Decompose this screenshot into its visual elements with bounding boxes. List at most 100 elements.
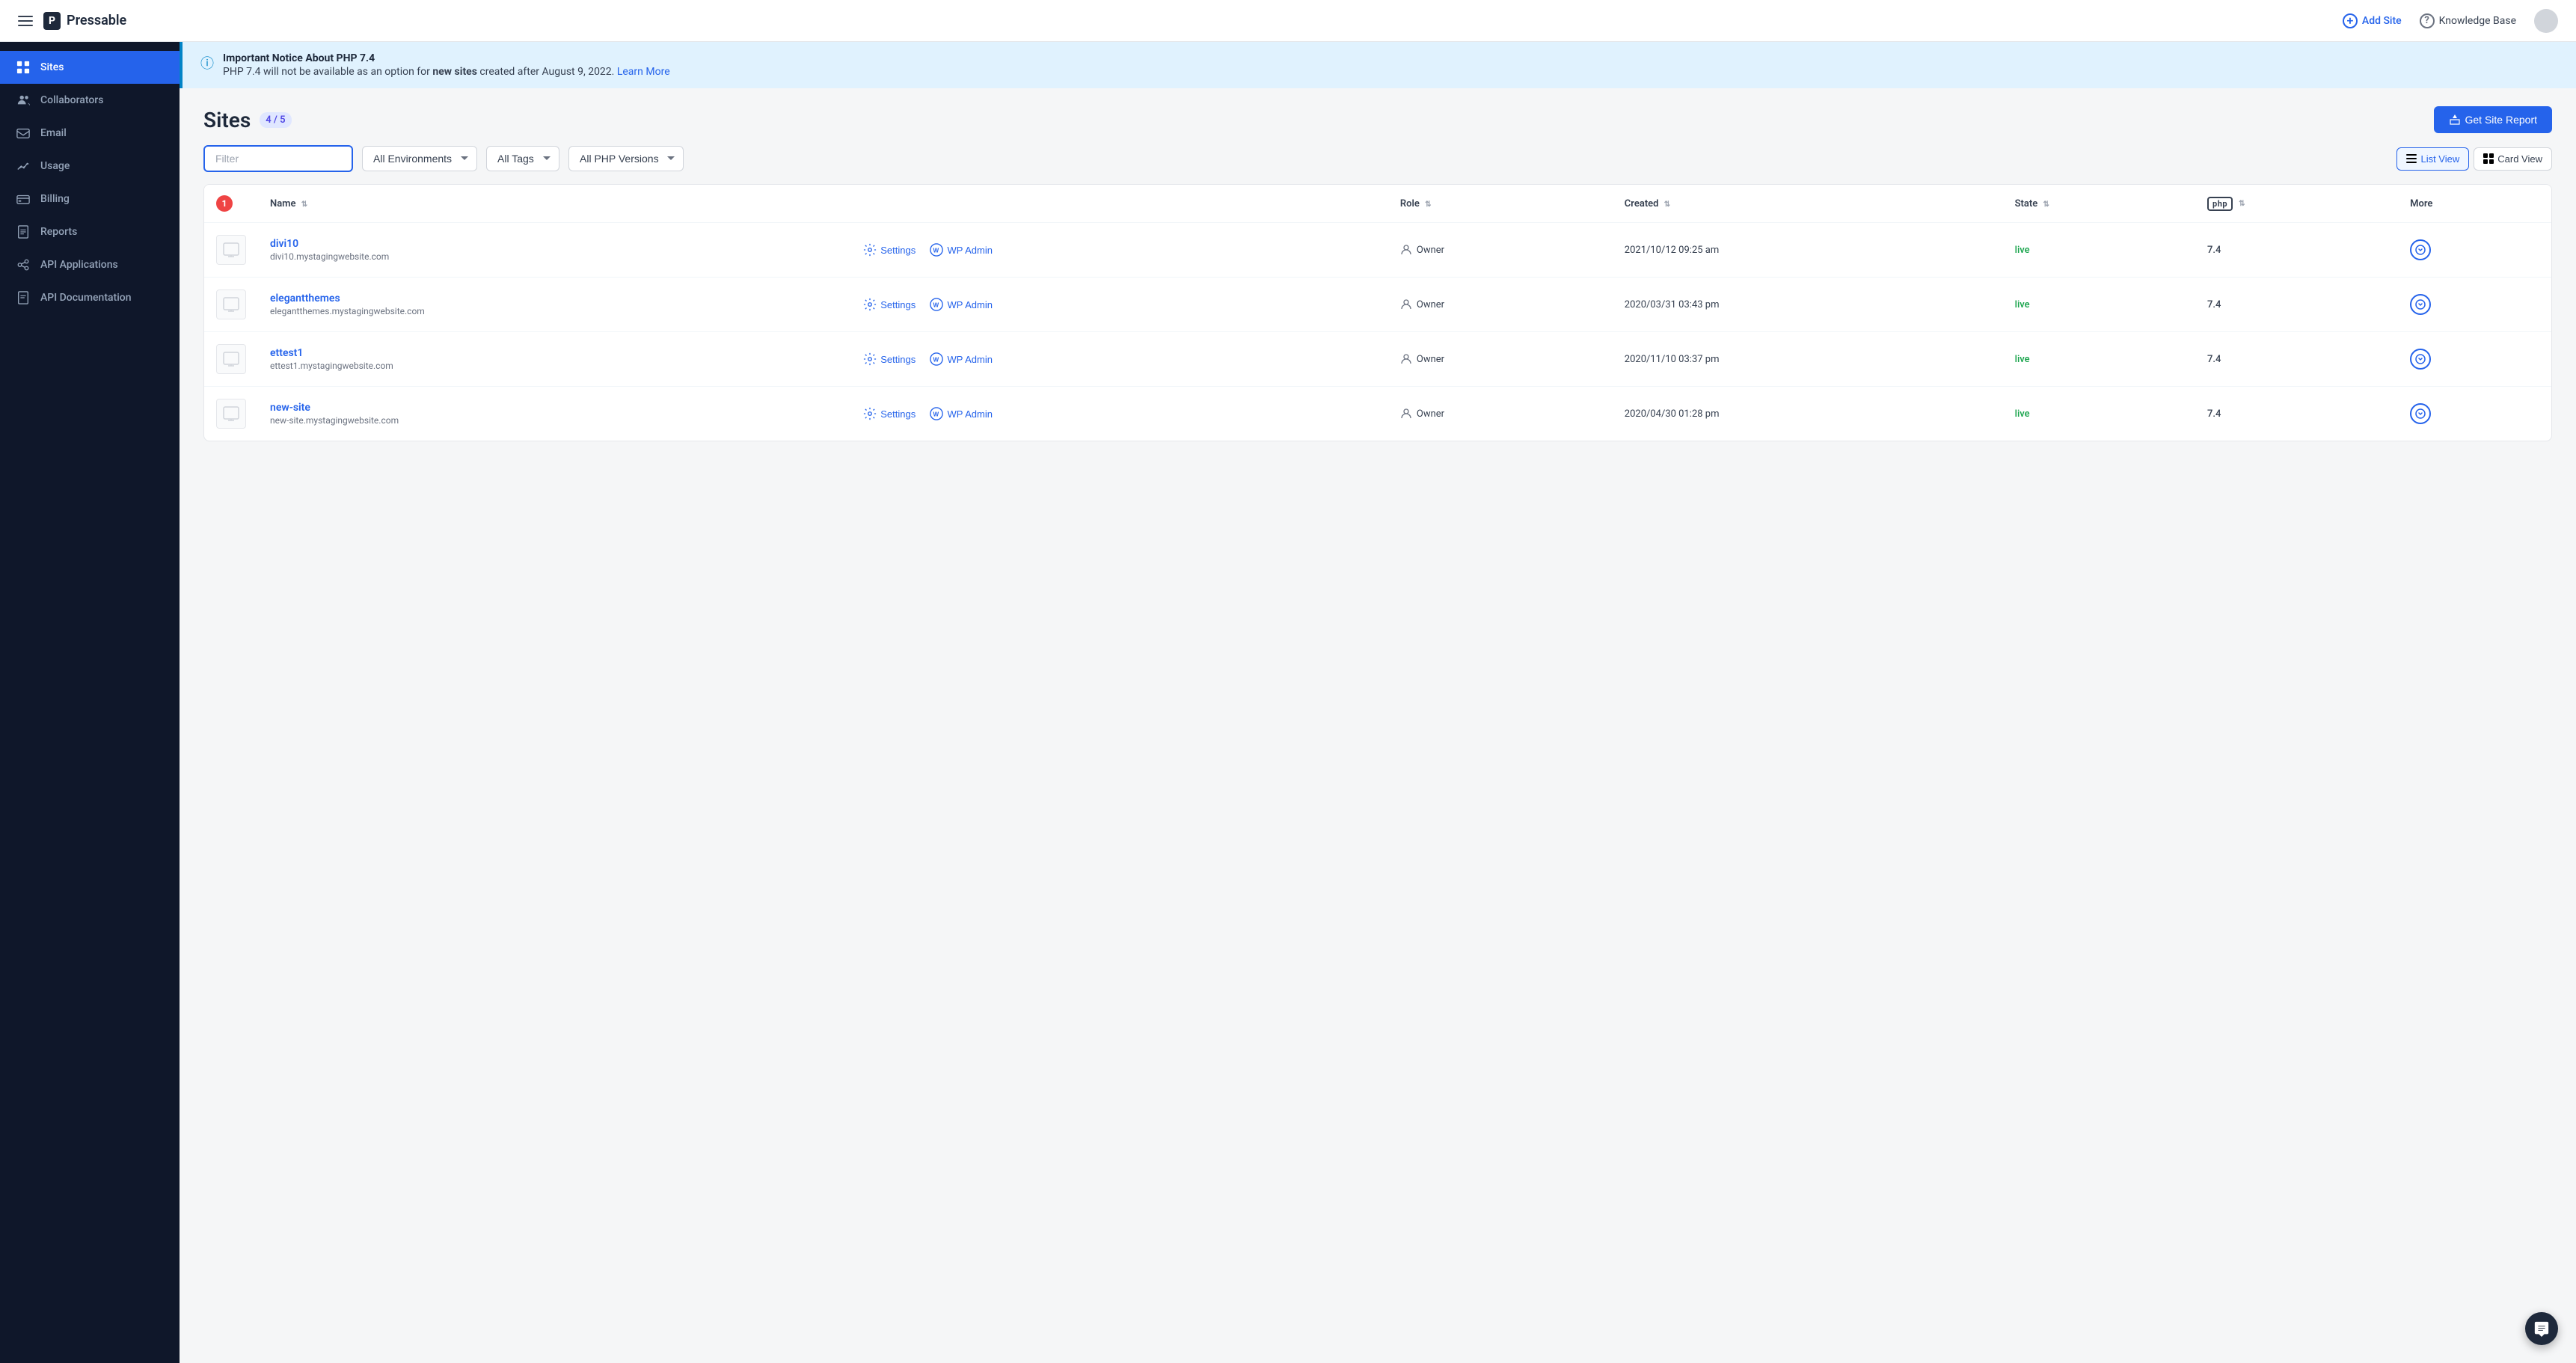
site-name-link[interactable]: divi10 xyxy=(270,238,833,250)
th-name[interactable]: Name ⇅ xyxy=(258,185,845,222)
sites-header: Sites 4 / 5 Get Site Report xyxy=(180,88,2576,145)
notice-icon: ⓘ xyxy=(200,53,214,73)
role-sort-icon: ⇅ xyxy=(1425,200,1431,209)
api-icon xyxy=(15,257,31,273)
role-value: Owner xyxy=(1417,354,1444,365)
created-sort-icon: ⇅ xyxy=(1664,200,1670,209)
site-name-link[interactable]: new-site xyxy=(270,402,833,414)
reports-icon xyxy=(15,224,31,240)
notice-learn-more-link[interactable]: Learn More xyxy=(617,66,670,78)
wp-icon: W xyxy=(930,352,943,366)
th-role[interactable]: Role ⇅ xyxy=(1388,185,1613,222)
more-button[interactable] xyxy=(2410,349,2431,370)
site-thumbnail xyxy=(216,235,246,265)
list-view-icon xyxy=(2406,153,2417,164)
card-view-button[interactable]: Card View xyxy=(2474,147,2552,171)
site-thumbnail xyxy=(216,290,246,319)
table-row: ettest1 ettest1.mystagingwebsite.com Set… xyxy=(204,331,2551,386)
knowledge-base-icon: ? xyxy=(2420,13,2435,28)
state-value: live xyxy=(2015,245,2030,256)
site-thumbnail xyxy=(216,399,246,429)
sidebar-item-sites[interactable]: Sites xyxy=(0,51,180,84)
site-name-link[interactable]: elegantthemes xyxy=(270,292,833,304)
table-row: new-site new-site.mystagingwebsite.com S… xyxy=(204,386,2551,441)
settings-label: Settings xyxy=(880,245,916,256)
more-button[interactable] xyxy=(2410,239,2431,260)
settings-label: Settings xyxy=(880,354,916,365)
filter-input[interactable] xyxy=(203,145,353,172)
settings-button[interactable]: Settings xyxy=(857,295,921,314)
sidebar-item-api-applications[interactable]: API Applications xyxy=(0,248,180,281)
row-name-cell: divi10 divi10.mystagingwebsite.com xyxy=(258,222,845,277)
table-row: divi10 divi10.mystagingwebsite.com Setti… xyxy=(204,222,2551,277)
row-created-cell: 2021/10/12 09:25 am xyxy=(1613,222,2003,277)
sidebar-item-api-applications-label: API Applications xyxy=(40,259,118,271)
created-value: 2021/10/12 09:25 am xyxy=(1625,245,1719,256)
owner-icon xyxy=(1400,353,1412,365)
settings-label: Settings xyxy=(880,299,916,310)
chat-icon xyxy=(2533,1320,2550,1337)
get-site-report-button[interactable]: Get Site Report xyxy=(2434,106,2553,133)
settings-button[interactable]: Settings xyxy=(857,404,921,423)
sidebar-item-email-label: Email xyxy=(40,127,67,139)
site-name-link[interactable]: ettest1 xyxy=(270,347,833,359)
row-state-cell: live xyxy=(2003,277,2195,331)
chat-widget-button[interactable] xyxy=(2525,1312,2558,1345)
list-view-button[interactable]: List View xyxy=(2396,147,2469,171)
row-state-cell: live xyxy=(2003,331,2195,386)
row-actions-cell: Settings W WP Admin xyxy=(845,386,1388,441)
owner-icon xyxy=(1400,408,1412,420)
th-created[interactable]: Created ⇅ xyxy=(1613,185,2003,222)
wp-admin-button[interactable]: W WP Admin xyxy=(924,240,998,260)
row-role-cell: Owner xyxy=(1388,331,1613,386)
state-value: live xyxy=(2015,408,2030,420)
avatar[interactable] xyxy=(2534,9,2558,33)
header-left: P Pressable xyxy=(18,12,126,30)
report-icon xyxy=(2449,114,2461,126)
sidebar-item-collaborators[interactable]: Collaborators xyxy=(0,84,180,117)
php-badge-icon: php xyxy=(2207,197,2233,211)
sidebar-item-billing-label: Billing xyxy=(40,193,70,205)
th-actions xyxy=(845,185,1388,222)
selected-count-badge: 1 xyxy=(216,195,233,212)
settings-button[interactable]: Settings xyxy=(857,240,921,260)
more-button[interactable] xyxy=(2410,403,2431,424)
sidebar-item-usage[interactable]: Usage xyxy=(0,150,180,183)
tags-select[interactable]: All Tags xyxy=(486,146,559,171)
th-state[interactable]: State ⇅ xyxy=(2003,185,2195,222)
row-created-cell: 2020/03/31 03:43 pm xyxy=(1613,277,2003,331)
sites-title-area: Sites 4 / 5 xyxy=(203,108,292,132)
sidebar-item-reports-label: Reports xyxy=(40,226,77,238)
th-php[interactable]: php ⇅ xyxy=(2195,185,2398,222)
card-view-icon xyxy=(2483,153,2494,164)
settings-icon xyxy=(863,407,877,420)
environments-select[interactable]: All Environments xyxy=(362,146,477,171)
wp-admin-button[interactable]: W WP Admin xyxy=(924,295,998,314)
settings-button[interactable]: Settings xyxy=(857,349,921,369)
sidebar-item-reports[interactable]: Reports xyxy=(0,215,180,248)
php-version-value: 7.4 xyxy=(2207,245,2221,256)
wp-admin-label: WP Admin xyxy=(947,408,992,420)
sidebar-item-email[interactable]: Email xyxy=(0,117,180,150)
knowledge-base-button[interactable]: ? Knowledge Base xyxy=(2420,13,2516,28)
add-site-button[interactable]: + Add Site xyxy=(2343,13,2402,28)
page-title: Sites xyxy=(203,108,251,132)
sidebar-item-sites-label: Sites xyxy=(40,61,64,73)
knowledge-base-label: Knowledge Base xyxy=(2439,15,2516,27)
php-versions-select[interactable]: All PHP Versions xyxy=(568,146,684,171)
sidebar-item-api-documentation[interactable]: API Documentation xyxy=(0,281,180,314)
wp-admin-label: WP Admin xyxy=(947,245,992,256)
owner-icon xyxy=(1400,244,1412,256)
row-created-cell: 2020/04/30 01:28 pm xyxy=(1613,386,2003,441)
wp-admin-button[interactable]: W WP Admin xyxy=(924,349,998,369)
svg-text:W: W xyxy=(933,357,939,364)
notice-title: Important Notice About PHP 7.4 xyxy=(223,52,670,64)
billing-icon xyxy=(15,191,31,207)
wp-admin-button[interactable]: W WP Admin xyxy=(924,404,998,423)
hamburger-menu-icon[interactable] xyxy=(18,16,33,26)
more-button[interactable] xyxy=(2410,294,2431,315)
sites-table-wrapper: 1 Name ⇅ Role ⇅ Created ⇅ xyxy=(180,184,2576,465)
sidebar-item-billing[interactable]: Billing xyxy=(0,183,180,215)
sidebar: Sites Collaborators Email xyxy=(0,42,180,1363)
settings-icon xyxy=(863,352,877,366)
